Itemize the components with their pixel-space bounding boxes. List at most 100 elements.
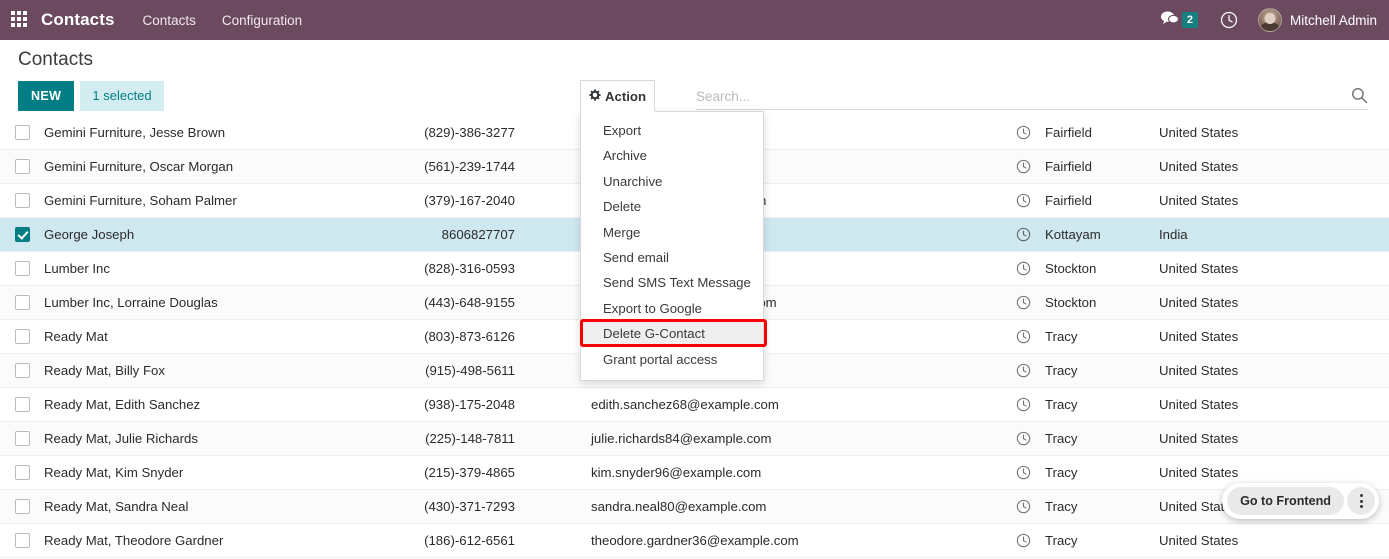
row-activity-clock-icon[interactable] (1001, 125, 1045, 140)
user-name-label[interactable]: Mitchell Admin (1290, 13, 1377, 28)
row-checkbox[interactable] (14, 533, 30, 548)
magnifier-icon[interactable] (1351, 87, 1368, 109)
row-activity-clock-icon[interactable] (1001, 533, 1045, 548)
activity-clock-button[interactable] (1220, 11, 1238, 29)
row-checkbox[interactable] (14, 397, 30, 412)
action-menu-item[interactable]: Unarchive (581, 169, 763, 194)
cell-phone: (803)-873-6126 (424, 329, 515, 344)
row-checkbox-cell[interactable] (0, 295, 44, 310)
cell-country: United States (1159, 465, 1239, 480)
apps-grid-icon[interactable] (11, 11, 29, 29)
action-menu-item[interactable]: Grant portal access (581, 347, 763, 372)
table-row[interactable]: Ready Mat, Julie Richards (225)-148-7811 j… (0, 422, 1389, 456)
cell-name: Lumber Inc, Lorraine Douglas (44, 295, 218, 310)
row-checkbox[interactable] (14, 295, 30, 310)
row-checkbox[interactable] (14, 465, 30, 480)
row-checkbox-cell[interactable] (0, 261, 44, 276)
cell-country: United States (1159, 363, 1239, 378)
row-checkbox[interactable] (14, 431, 30, 446)
row-activity-clock-icon[interactable] (1001, 499, 1045, 514)
selected-count-badge[interactable]: 1 selected (80, 81, 164, 111)
action-menu-item[interactable]: Send email (581, 245, 763, 270)
cell-city: Tracy (1045, 397, 1078, 412)
row-activity-clock-icon[interactable] (1001, 227, 1045, 242)
row-checkbox-cell[interactable] (0, 193, 44, 208)
cell-phone: (225)-148-7811 (425, 431, 515, 446)
go-to-frontend-button[interactable]: Go to Frontend (1227, 487, 1344, 515)
action-buttons-row: NEW 1 selected (18, 81, 164, 111)
cell-name: Gemini Furniture, Oscar Morgan (44, 159, 234, 174)
vertical-dots-icon[interactable] (1347, 487, 1375, 515)
row-activity-clock-icon[interactable] (1001, 193, 1045, 208)
row-checkbox-cell[interactable] (0, 125, 44, 140)
row-checkbox[interactable] (14, 329, 30, 344)
row-checkbox-cell[interactable] (0, 397, 44, 412)
row-checkbox[interactable] (14, 125, 30, 140)
row-checkbox[interactable] (14, 193, 30, 208)
cell-name: George Joseph (44, 227, 135, 242)
search-area (696, 84, 1368, 110)
table-row[interactable]: Ready Mat, Kim Snyder (215)-379-4865 kim.s… (0, 456, 1389, 490)
cell-phone: (443)-648-9155 (424, 295, 515, 310)
cell-phone: (215)-379-4865 (424, 465, 515, 480)
messages-count-badge: 2 (1181, 12, 1198, 28)
action-menu-label: Action (604, 88, 647, 104)
app-brand-title[interactable]: Contacts (41, 10, 115, 30)
frontend-widget: Go to Frontend (1222, 483, 1379, 519)
table-row[interactable]: Ready Mat, Theodore Gardner (186)-612-656… (0, 524, 1389, 558)
table-row[interactable]: Ready Mat, Edith Sanchez (938)-175-2048 ed… (0, 388, 1389, 422)
search-input[interactable] (696, 84, 1336, 108)
row-activity-clock-icon[interactable] (1001, 397, 1045, 412)
action-menu-item[interactable]: Delete G-Contact (581, 321, 763, 347)
cell-city: Fairfield (1045, 159, 1092, 174)
action-menu-item[interactable]: Merge (581, 220, 763, 245)
messages-button[interactable]: 2 (1160, 10, 1198, 31)
navbar-right-group: 2 Mitchell Admin (1160, 0, 1389, 40)
action-menu-item[interactable]: Archive (581, 143, 763, 168)
nav-item-contacts[interactable]: Contacts (143, 13, 196, 28)
new-button[interactable]: NEW (18, 81, 75, 111)
cell-country: United States (1159, 533, 1239, 548)
cell-country: United States (1159, 431, 1239, 446)
cell-name: Ready Mat (44, 329, 108, 344)
row-checkbox[interactable] (14, 363, 30, 378)
action-menu-item[interactable]: Export (581, 118, 763, 143)
cell-phone: (379)-167-2040 (424, 193, 515, 208)
control-panel: Contacts NEW 1 selected Filters (0, 40, 1389, 146)
cell-email: kim.snyder96@example.com (591, 465, 762, 480)
user-avatar[interactable] (1257, 8, 1282, 32)
cell-city: Kottayam (1045, 227, 1101, 242)
table-row[interactable]: Ready Mat, Sandra Neal (430)-371-7293 sand… (0, 490, 1389, 524)
cell-email: theodore.gardner36@example.com (591, 533, 799, 548)
row-checkbox-cell[interactable] (0, 465, 44, 480)
row-activity-clock-icon[interactable] (1001, 465, 1045, 480)
row-checkbox-cell[interactable] (0, 159, 44, 174)
row-checkbox[interactable] (14, 499, 30, 514)
cell-phone: 8606827707 (441, 227, 515, 242)
nav-item-configuration[interactable]: Configuration (222, 13, 302, 28)
row-checkbox[interactable] (14, 227, 30, 242)
row-checkbox[interactable] (14, 159, 30, 174)
action-menu-item[interactable]: Send SMS Text Message (581, 270, 763, 295)
row-activity-clock-icon[interactable] (1001, 363, 1045, 378)
row-checkbox-cell[interactable] (0, 227, 44, 242)
row-activity-clock-icon[interactable] (1001, 431, 1045, 446)
action-menu-item[interactable]: Delete (581, 194, 763, 219)
row-activity-clock-icon[interactable] (1001, 295, 1045, 310)
cell-city: Tracy (1045, 363, 1078, 378)
row-checkbox[interactable] (14, 261, 30, 276)
row-activity-clock-icon[interactable] (1001, 159, 1045, 174)
row-checkbox-cell[interactable] (0, 363, 44, 378)
row-activity-clock-icon[interactable] (1001, 329, 1045, 344)
cell-country: United States (1159, 397, 1239, 412)
cell-country: United States (1159, 295, 1239, 310)
row-checkbox-cell[interactable] (0, 533, 44, 548)
action-menu-item[interactable]: Export to Google (581, 296, 763, 321)
row-checkbox-cell[interactable] (0, 329, 44, 344)
row-activity-clock-icon[interactable] (1001, 261, 1045, 276)
action-menu-button[interactable]: Action (580, 80, 655, 112)
row-checkbox-cell[interactable] (0, 499, 44, 514)
row-checkbox-cell[interactable] (0, 431, 44, 446)
cell-city: Fairfield (1045, 125, 1092, 140)
cell-email: edith.sanchez68@example.com (591, 397, 779, 412)
